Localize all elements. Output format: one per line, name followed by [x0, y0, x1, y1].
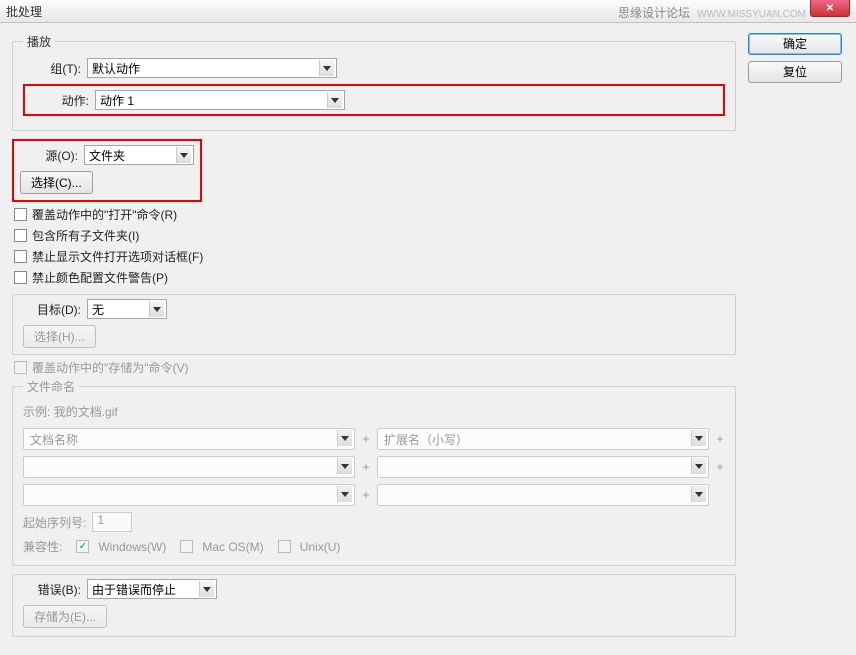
chevron-down-icon [176, 147, 191, 163]
naming-field-3 [23, 456, 355, 478]
checkbox-override-open[interactable] [14, 208, 27, 221]
plus-icon: + [361, 460, 371, 474]
chevron-down-icon [691, 430, 706, 446]
chevron-down-icon [691, 458, 706, 474]
plus-icon: + [715, 460, 725, 474]
reset-button[interactable]: 复位 [748, 61, 842, 83]
fieldset-error: 错误(B): 由于错误而停止 存储为(E)... [12, 574, 736, 637]
checkbox-include-sub[interactable] [14, 229, 27, 242]
chevron-down-icon [327, 92, 342, 108]
naming-field-5 [23, 484, 355, 506]
set-label: 组(T): [23, 60, 81, 77]
start-seq-input: 1 [92, 512, 132, 532]
chevron-down-icon [319, 60, 334, 76]
checkbox-suppress-open[interactable] [14, 250, 27, 263]
checkbox-windows: ✓ [76, 540, 89, 553]
checkbox-suppress-color[interactable] [14, 271, 27, 284]
label-override-save: 覆盖动作中的"存储为"命令(V) [32, 359, 189, 376]
checkbox-unix [278, 540, 291, 553]
chevron-down-icon [337, 458, 352, 474]
legend-play: 播放 [23, 33, 55, 50]
set-combobox[interactable]: 默认动作 [87, 58, 337, 78]
source-combobox[interactable]: 文件夹 [84, 145, 194, 165]
ok-button[interactable]: 确定 [748, 33, 842, 55]
highlight-source: 源(O): 文件夹 选择(C)... [12, 139, 202, 202]
watermark: 思缘设计论坛 WWW.MISSYUAN.COM [618, 4, 806, 21]
plus-icon: + [361, 432, 371, 446]
error-label: 错误(B): [23, 581, 81, 598]
legend-naming: 文件命名 [23, 378, 79, 395]
fieldset-naming: 文件命名 示例: 我的文档.gif 文档名称 + 扩展名（小写） + + + [12, 378, 736, 566]
example-value: 我的文档.gif [54, 405, 118, 419]
checkbox-mac [180, 540, 193, 553]
action-combobox[interactable]: 动作 1 [95, 90, 345, 110]
label-override-open: 覆盖动作中的"打开"命令(R) [32, 206, 177, 223]
fieldset-play: 播放 组(T): 默认动作 动作: 动作 1 [12, 33, 736, 131]
plus-icon: + [361, 488, 371, 502]
error-saveas-button: 存储为(E)... [23, 605, 107, 628]
dest-choose-button: 选择(H)... [23, 325, 96, 348]
titlebar: 批处理 思缘设计论坛 WWW.MISSYUAN.COM ✕ [0, 0, 856, 23]
naming-field-2: 扩展名（小写） [377, 428, 709, 450]
naming-field-1: 文档名称 [23, 428, 355, 450]
label-suppress-open: 禁止显示文件打开选项对话框(F) [32, 248, 203, 265]
chevron-down-icon [337, 486, 352, 502]
checkbox-override-save [14, 361, 27, 374]
source-label: 源(O): [20, 147, 78, 164]
chevron-down-icon [337, 430, 352, 446]
dest-combobox[interactable]: 无 [87, 299, 167, 319]
start-label: 起始序列号: [23, 514, 86, 531]
close-button[interactable]: ✕ [810, 0, 850, 17]
chevron-down-icon [149, 301, 164, 317]
label-include-sub: 包含所有子文件夹(I) [32, 227, 139, 244]
example-label: 示例: [23, 405, 50, 419]
error-combobox[interactable]: 由于错误而停止 [87, 579, 217, 599]
action-label: 动作: [31, 92, 89, 109]
window-title: 批处理 [6, 3, 42, 20]
highlight-action: 动作: 动作 1 [23, 84, 725, 116]
source-choose-button[interactable]: 选择(C)... [20, 171, 93, 194]
label-suppress-color: 禁止颜色配置文件警告(P) [32, 269, 168, 286]
plus-icon: + [715, 432, 725, 446]
chevron-down-icon [691, 486, 706, 502]
compat-label: 兼容性: [23, 538, 62, 555]
naming-field-4 [377, 456, 709, 478]
dest-label: 目标(D): [23, 301, 81, 318]
naming-field-6 [377, 484, 709, 506]
chevron-down-icon [199, 581, 214, 597]
fieldset-dest: 目标(D): 无 选择(H)... [12, 294, 736, 355]
